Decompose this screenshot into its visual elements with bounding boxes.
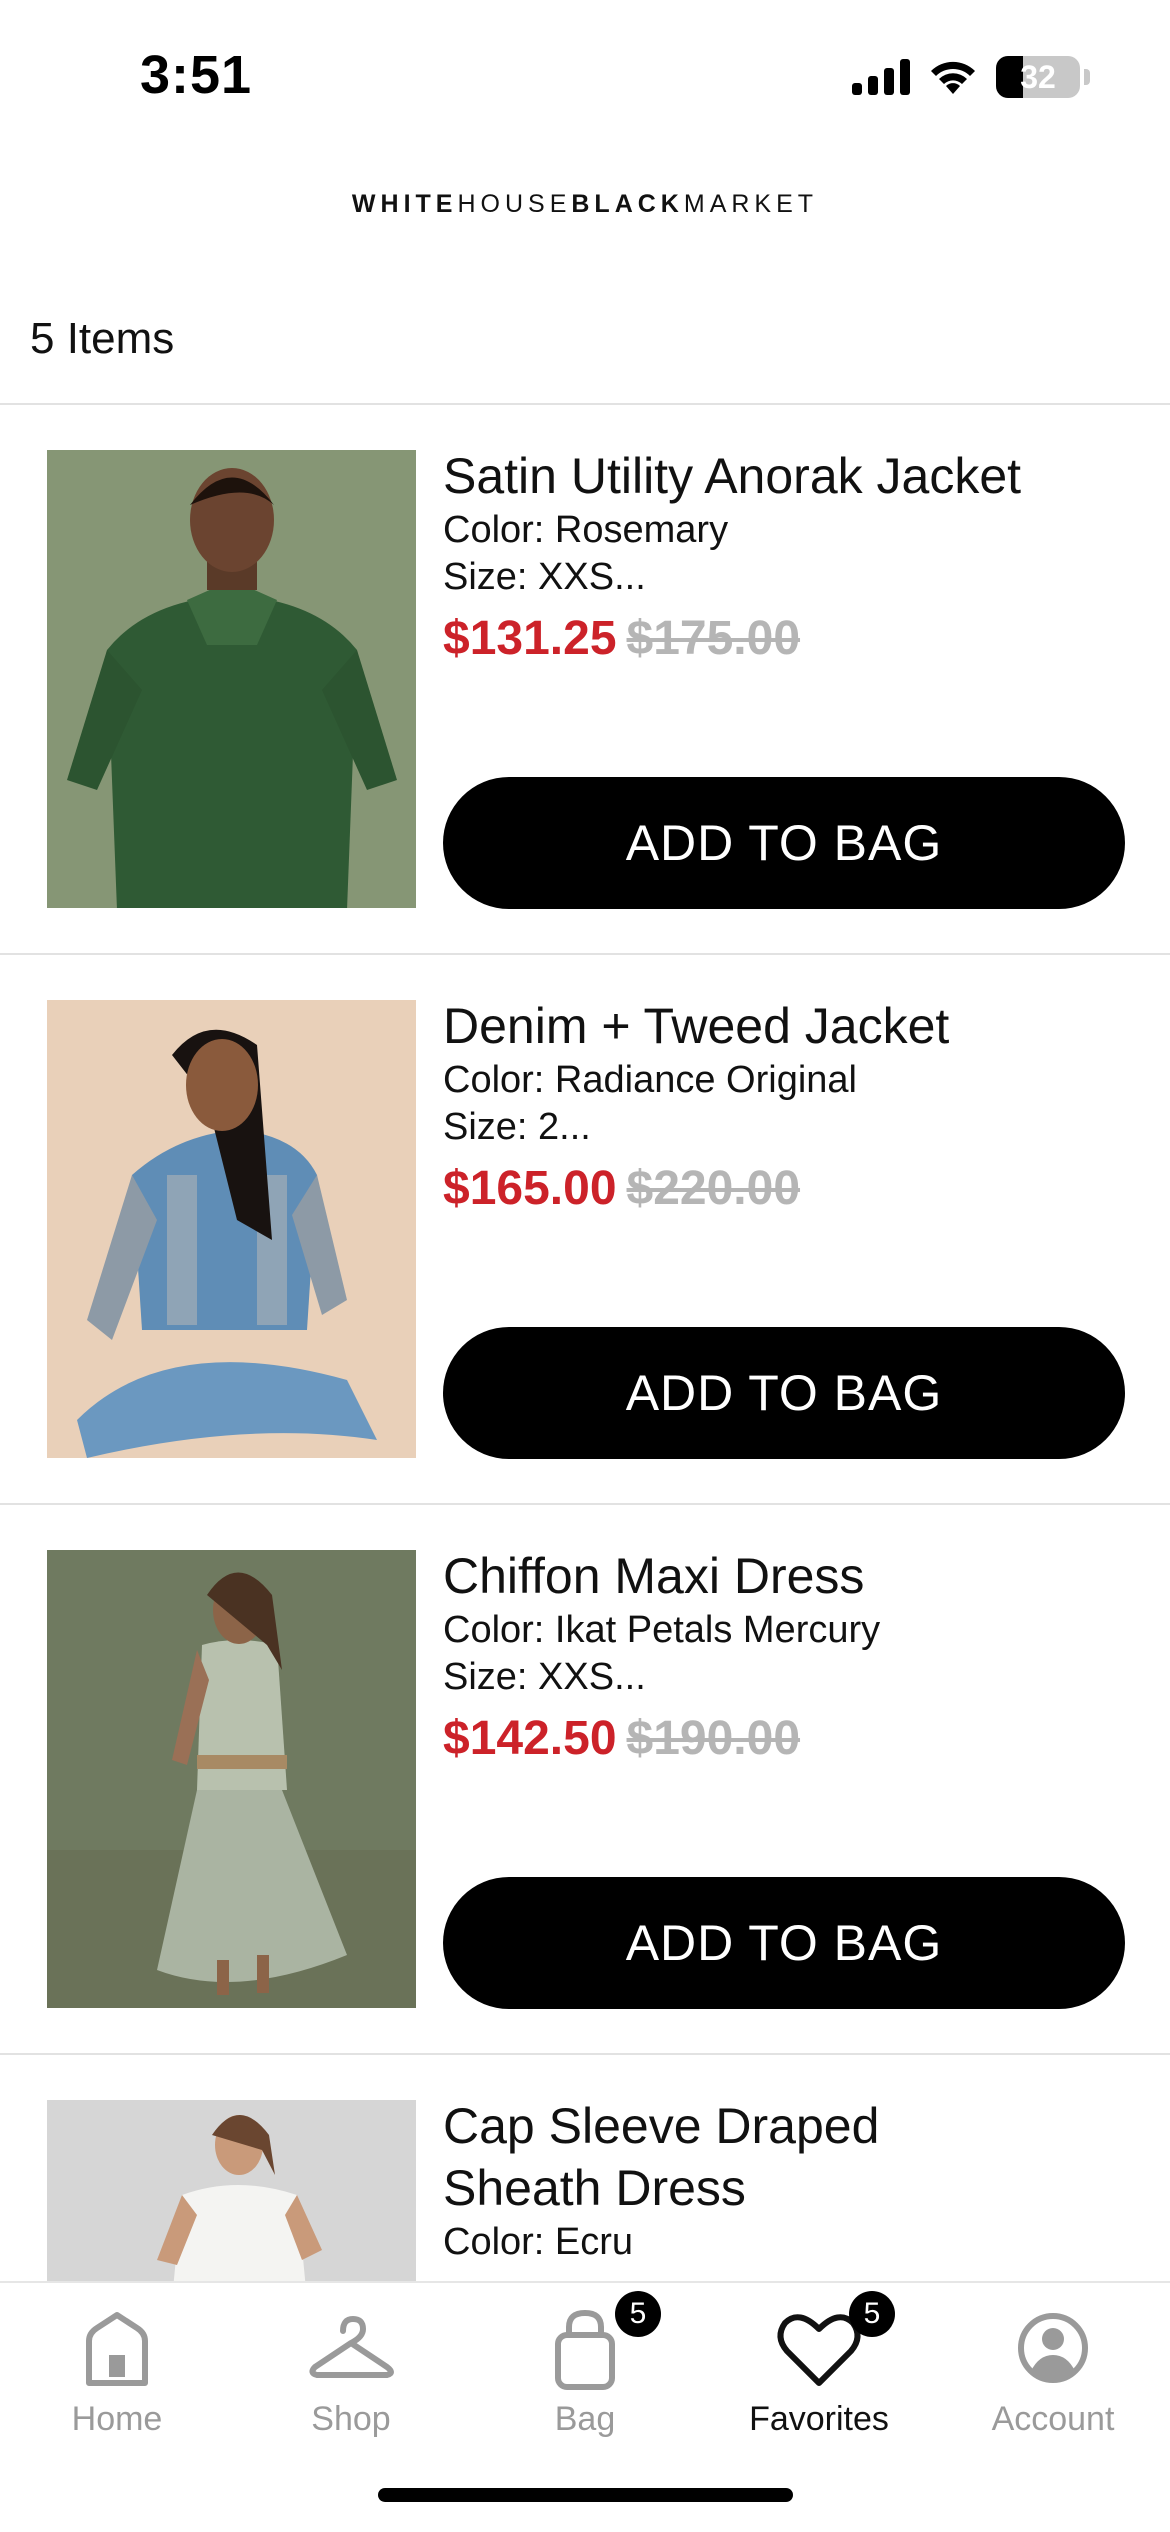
bag-count-badge: 5: [615, 2291, 661, 2337]
status-time: 3:51: [140, 45, 253, 105]
brand-word-2: HOUSE: [457, 190, 572, 218]
product-size: Size: 2...: [443, 1106, 591, 1148]
brand-word-3: BLACK: [571, 190, 684, 218]
home-icon: [86, 2312, 148, 2386]
sale-price: $165.00: [443, 1162, 617, 1215]
add-to-bag-button[interactable]: ADD TO BAG: [443, 777, 1125, 909]
original-price: $220.00: [626, 1162, 801, 1215]
brand-word-4: MARKET: [683, 190, 819, 218]
product-card[interactable]: Satin Utility Anorak Jacket Color: Rosem…: [0, 405, 1170, 955]
product-price: $142.50 $190.00: [443, 1709, 1133, 1769]
product-name-line-1[interactable]: Cap Sleeve Draped: [443, 2095, 1133, 2157]
product-card[interactable]: Cap Sleeve Draped Sheath Dress Color: Ec…: [0, 2055, 1170, 2281]
product-price: $131.25 $175.00: [443, 609, 1133, 669]
product-info: Satin Utility Anorak Jacket Color: Rosem…: [443, 445, 1133, 669]
favorites-count-badge: 5: [849, 2291, 895, 2337]
tab-label: Bag: [554, 2400, 616, 2438]
home-indicator[interactable]: [378, 2488, 793, 2502]
tab-home[interactable]: Home: [0, 2283, 234, 2443]
product-name[interactable]: Satin Utility Anorak Jacket: [443, 445, 1133, 507]
product-color: Color: Ecru: [443, 2221, 634, 2263]
product-color: Color: Ikat Petals Mercury: [443, 1609, 881, 1651]
product-card[interactable]: Denim + Tweed Jacket Color: Radiance Ori…: [0, 955, 1170, 1505]
add-to-bag-button[interactable]: ADD TO BAG: [443, 1327, 1125, 1459]
add-to-bag-button[interactable]: ADD TO BAG: [443, 1877, 1125, 2009]
product-info: Cap Sleeve Draped Sheath Dress Color: Ec…: [443, 2095, 1133, 2266]
product-size: Size: XXS...: [443, 1656, 646, 1698]
status-icons: 32: [852, 52, 1090, 102]
product-image[interactable]: [47, 2100, 416, 2281]
product-color: Color: Rosemary: [443, 509, 729, 551]
item-count-bar: 5 Items: [0, 300, 1170, 405]
hanger-icon: [309, 2316, 394, 2378]
tab-shop[interactable]: Shop: [234, 2283, 468, 2443]
tab-label: Home: [71, 2400, 163, 2438]
product-info: Denim + Tweed Jacket Color: Radiance Ori…: [443, 995, 1133, 1219]
tab-account[interactable]: Account: [936, 2283, 1170, 2443]
original-price: $190.00: [626, 1712, 801, 1765]
cellular-signal-icon: [852, 59, 910, 95]
sale-price: $131.25: [443, 612, 617, 665]
product-image[interactable]: [47, 1000, 416, 1458]
product-name-line-2[interactable]: Sheath Dress: [443, 2157, 1133, 2219]
status-bar: 3:51 32: [0, 0, 1170, 150]
wifi-icon: [931, 61, 975, 94]
battery-cap: [1084, 69, 1090, 85]
product-name[interactable]: Denim + Tweed Jacket: [443, 995, 1133, 1057]
tab-label: Shop: [311, 2400, 391, 2438]
battery-level: 32: [1020, 59, 1056, 95]
account-icon: [1018, 2313, 1088, 2383]
product-image[interactable]: [47, 450, 416, 908]
battery-icon: 32: [996, 56, 1080, 98]
tab-label: Favorites: [749, 2400, 889, 2438]
tab-label: Account: [991, 2400, 1115, 2438]
product-name[interactable]: Chiffon Maxi Dress: [443, 1545, 1133, 1607]
product-size: Size: XXS...: [443, 556, 646, 598]
product-color: Color: Radiance Original: [443, 1059, 857, 1101]
product-price: $165.00 $220.00: [443, 1159, 1133, 1219]
tab-bag[interactable]: 5 Bag: [468, 2283, 702, 2443]
product-card[interactable]: Chiffon Maxi Dress Color: Ikat Petals Me…: [0, 1505, 1170, 2055]
original-price: $175.00: [626, 612, 801, 665]
brand-logo[interactable]: WHITEHOUSEBLACKMARKET: [0, 190, 1170, 219]
sale-price: $142.50: [443, 1712, 617, 1765]
brand-word-1: WHITE: [351, 190, 458, 218]
tab-favorites[interactable]: 5 Favorites: [702, 2283, 936, 2443]
item-count: 5 Items: [30, 314, 175, 363]
product-image[interactable]: [47, 1550, 416, 2008]
product-info: Chiffon Maxi Dress Color: Ikat Petals Me…: [443, 1545, 1133, 1769]
favorites-list[interactable]: Satin Utility Anorak Jacket Color: Rosem…: [0, 405, 1170, 2281]
